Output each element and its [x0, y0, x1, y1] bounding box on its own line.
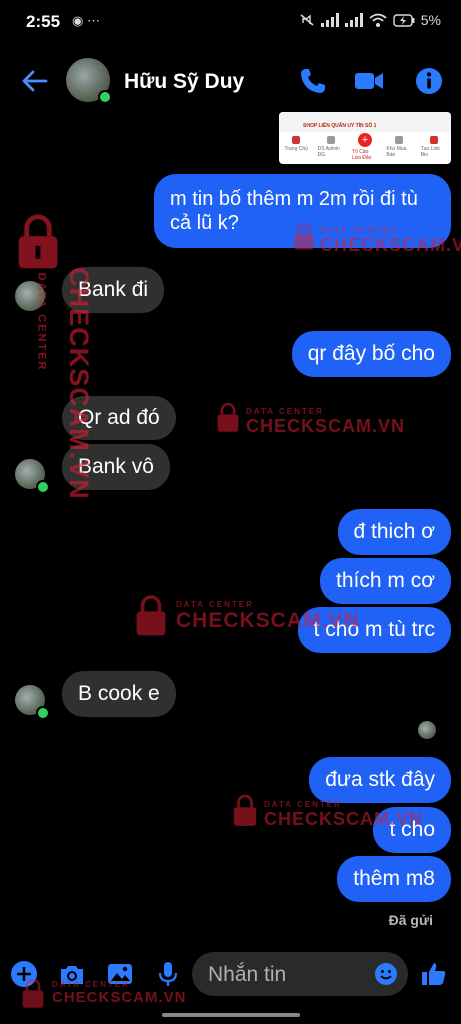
info-icon[interactable]	[414, 66, 444, 96]
watermark: DATA CENTERCHECKSCAM.VN	[246, 407, 406, 436]
watermark: DATA CENTERCHECKSCAM.VN	[320, 226, 461, 255]
signal-icon-2	[344, 13, 363, 27]
status-bar: 2:55 ◉ ⋯ 5%	[0, 0, 461, 44]
thumbs-up-icon[interactable]	[420, 960, 448, 988]
shared-nav-item: + Tố Cáo Lừa Đảo	[351, 133, 372, 161]
wifi-icon	[369, 13, 387, 27]
online-indicator	[98, 90, 112, 104]
notification-icons: ◉ ⋯	[72, 13, 100, 28]
watermark-lock-icon	[22, 978, 44, 1008]
watermark-lock-icon	[136, 595, 166, 636]
sent-status: Đã gửi	[388, 912, 433, 928]
battery-icon	[393, 13, 415, 27]
shared-nav-item: Kho Mua Bán	[386, 132, 412, 158]
shared-nav-item: Trang Chủ	[283, 132, 309, 152]
shared-image-banner-text: SHOP LIÊN QUÂN UY TÍN SỐ 1	[303, 123, 377, 129]
online-indicator	[36, 706, 50, 720]
message-bubble-outgoing[interactable]: qr đây bố cho	[291, 331, 451, 377]
watermark-lock-icon	[233, 794, 257, 826]
mute-icon	[300, 14, 314, 26]
shared-image-banner: SHOP LIÊN QUÂN UY TÍN SỐ 1	[279, 112, 451, 132]
message-bubble-incoming[interactable]: B cook e	[62, 671, 176, 717]
status-time: 2:55	[26, 12, 61, 31]
watermark: DATA CENTERCHECKSCAM.VN	[52, 980, 187, 1006]
watermark: DATA CENTERCHECKSCAM.VN	[176, 600, 360, 632]
home-indicator	[162, 1013, 300, 1017]
contact-name[interactable]: Hữu Sỹ Duy	[124, 70, 244, 94]
signal-icon	[320, 13, 339, 27]
phone-icon[interactable]	[298, 66, 328, 96]
watermark-lock-icon	[294, 222, 314, 250]
seen-avatar	[418, 721, 436, 739]
message-input-placeholder: Nhắn tin	[208, 963, 287, 986]
shared-nav-item: DS Admin ĐG	[318, 132, 344, 158]
watermark-vertical: CHECKSCAM.VN DATA CENTER	[35, 267, 94, 500]
back-arrow-icon[interactable]	[20, 66, 50, 96]
shared-image[interactable]: SHOP LIÊN QUÂN UY TÍN SỐ 1 Trang Chủ DS …	[279, 112, 451, 164]
message-bubble-outgoing[interactable]: thích m cơ	[320, 558, 451, 604]
video-camera-icon[interactable]	[354, 66, 384, 96]
message-bubble-outgoing[interactable]: đ thich ơ	[337, 509, 451, 555]
message-bubble-outgoing[interactable]: thêm m8	[337, 856, 451, 902]
status-right: 5%	[299, 12, 441, 28]
shared-image-nav: Trang Chủ DS Admin ĐG + Tố Cáo Lừa Đảo Kh…	[279, 132, 451, 164]
watermark-lock-icon	[217, 402, 239, 432]
shared-nav-item: Tạo Link Bio	[421, 132, 447, 158]
battery-level: 5%	[420, 12, 441, 28]
emoji-icon[interactable]	[374, 962, 398, 986]
message-input[interactable]: Nhắn tin	[192, 952, 408, 996]
message-bubble-outgoing[interactable]: đưa stk đây	[309, 757, 451, 803]
watermark: DATA CENTERCHECKSCAM.VN	[264, 800, 424, 829]
chat-header: Hữu Sỹ Duy	[0, 52, 461, 112]
